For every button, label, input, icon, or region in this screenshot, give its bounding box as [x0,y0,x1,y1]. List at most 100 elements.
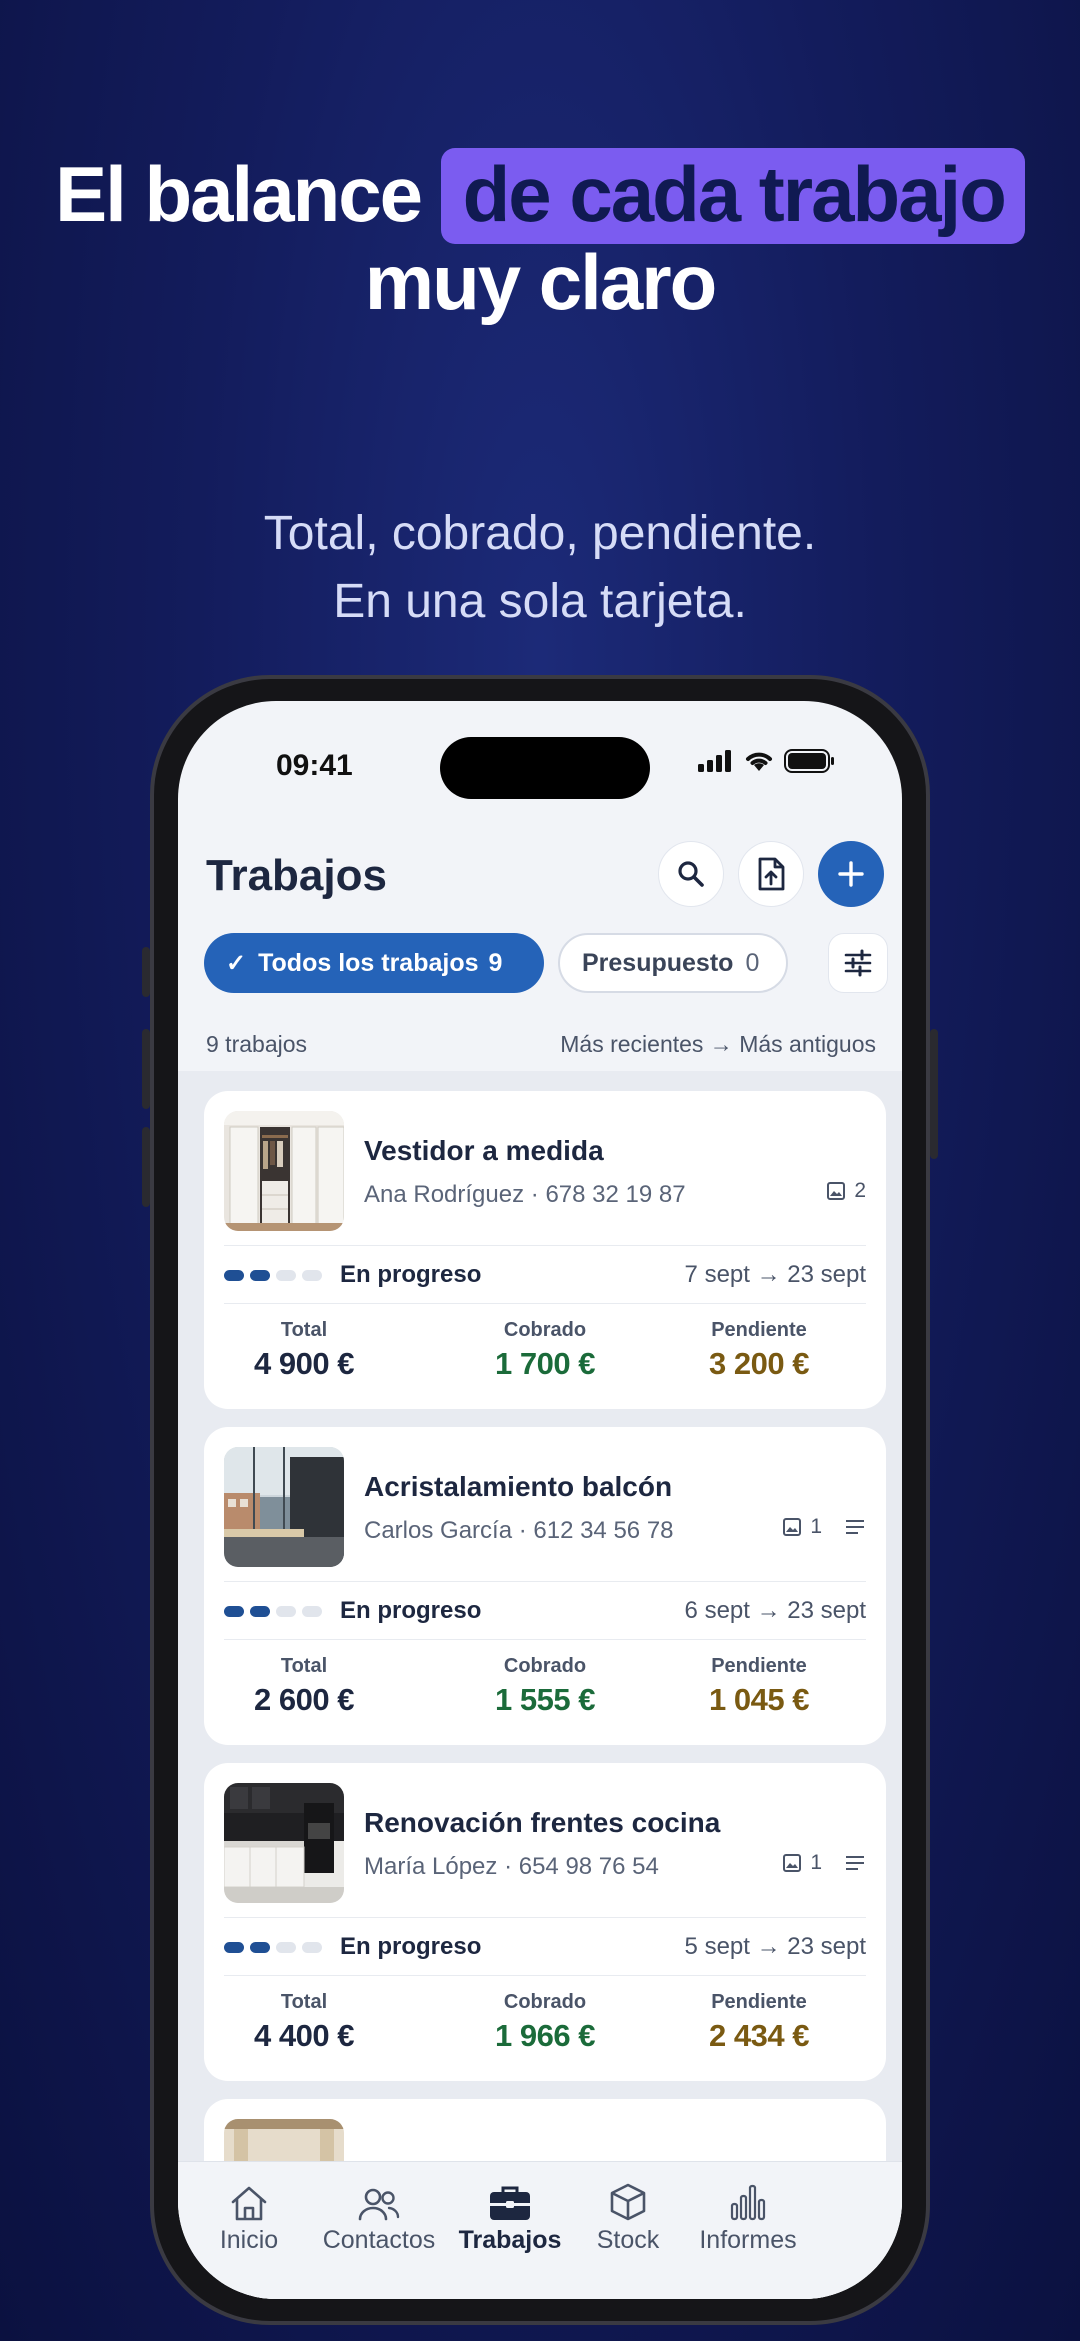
progress-step [224,1605,244,1617]
divider [224,1245,866,1246]
plus-icon [838,861,864,887]
amount-cobrado: Cobrado 1 966 € [445,1991,645,2054]
job-title: Vestidor a medida [364,1135,604,1166]
amount-total-label: Total [280,1991,328,2013]
filter-chip-all-count: 9 [488,948,503,977]
battery-icon [784,749,834,773]
amount-cobrado-value: 1 700 € [495,1346,595,1381]
status-bar: 09:41 [178,701,902,811]
phone-volume-up [142,1029,150,1109]
phone-volume-down [142,1127,150,1207]
amount-total: Total 4 900 € [204,1319,404,1382]
progress-step [250,1605,270,1617]
tab-informes[interactable]: Informes [678,2172,818,2255]
image-icon [783,1854,802,1872]
job-attachments: 1 [782,1515,866,1539]
tab-label: Contactos [322,2226,436,2254]
phone-action-button [142,947,150,997]
job-card[interactable]: Vestidor a medida Ana Rodríguez · 678 32… [204,1091,886,1409]
amount-pendiente: Pendiente 2 434 € [659,1991,859,2054]
photo-count: 2 [854,1179,866,1202]
amount-total: Total 2 600 € [204,1655,404,1718]
amount-pendiente-value: 1 045 € [709,1682,809,1717]
headline-highlight: de cada trabajo [440,148,1025,244]
tab-stock[interactable]: Stock [558,2172,698,2255]
check-icon: ✓ [226,949,247,977]
job-progress: En progreso [224,1261,481,1289]
amount-cobrado-value: 1 555 € [495,1682,595,1717]
contacts-icon [358,2188,400,2221]
phone-frame: 09:41 Trabajos ✓ Todos los trabajos 9 Pr… [142,675,938,2325]
image-icon [783,1518,802,1536]
amount-total-value: 4 900 € [254,1346,354,1381]
job-attachments: 2 [826,1179,866,1203]
search-button[interactable] [658,841,724,907]
photo-count: 1 [810,1851,822,1874]
tab-bar: Inicio Contactos Trabajos Stock Informes [178,2161,902,2299]
notes-icon [846,1856,864,1870]
job-card[interactable]: Renovación frentes cocina María López · … [204,1763,886,2081]
jobs-list: Vestidor a medida Ana Rodríguez · 678 32… [178,1071,902,2299]
progress-step [276,1269,296,1281]
amount-total-value: 4 400 € [254,2018,354,2053]
home-icon [231,2186,267,2221]
amount-cobrado: Cobrado 1 700 € [445,1319,645,1382]
job-title: Acristalamiento balcón [364,1471,673,1502]
job-progress: En progreso [224,1933,481,1961]
subtitle-line2: En una sola tarjeta. [333,575,747,628]
job-card[interactable]: Acristalamiento balcón Carlos García · 6… [204,1427,886,1745]
tab-label: Informes [699,2226,797,2254]
amount-cobrado-label: Cobrado [503,1655,587,1677]
job-progress: En progreso [224,1597,481,1625]
filter-settings-button[interactable] [828,933,888,993]
job-attachments: 1 [782,1851,866,1875]
tab-inicio[interactable]: Inicio [179,2172,319,2255]
job-status: En progreso [340,1933,482,1960]
progress-step [302,1269,322,1281]
signal-icon [698,750,731,772]
wifi-icon [746,752,772,771]
page-title: Trabajos [206,851,387,900]
job-thumbnail-balcony [224,1447,344,1567]
amount-total: Total 4 400 € [204,1991,404,2054]
job-dates: 5 sept → 23 sept [684,1933,866,1960]
job-thumbnail-kitchen [224,1783,344,1903]
amount-pendiente-label: Pendiente [711,1991,807,2013]
divider [224,1581,866,1582]
filter-chip-all[interactable]: ✓ Todos los trabajos 9 [204,933,544,993]
progress-step [276,1605,296,1617]
promo-headline: El balance de cada trabajo muy claro [0,148,1080,326]
job-client-line: María López · 654 98 76 54 [364,1853,659,1880]
divider [224,1975,866,1976]
promo-subtitle: Total, cobrado, pendiente. En una sola t… [0,500,1080,636]
phone-power-button [930,1029,938,1159]
headline-line2: muy claro [364,238,717,326]
sort-order-toggle[interactable]: Más recientes → Más antiguos [560,1031,876,1058]
job-dates: 7 sept → 23 sept [684,1261,866,1288]
bar-chart-icon [730,2184,766,2221]
job-count: 9 trabajos [206,1031,308,1057]
progress-step [276,1941,296,1953]
job-dates: 6 sept → 23 sept [684,1597,866,1624]
progress-step [224,1941,244,1953]
status-icons [698,749,836,773]
notes-icon [846,1520,864,1534]
filter-chip-budget[interactable]: Presupuesto 0 [558,933,788,993]
progress-step [302,1605,322,1617]
tab-contactos[interactable]: Contactos [309,2172,449,2255]
amount-total-label: Total [280,1319,328,1341]
divider [224,1917,866,1918]
job-client-line: Carlos García · 612 34 56 78 [364,1517,674,1544]
export-button[interactable] [738,841,804,907]
amount-total-value: 2 600 € [254,1682,354,1717]
job-client: Carlos García [364,1517,513,1544]
job-status: En progreso [340,1261,482,1288]
image-icon [827,1182,846,1200]
amount-cobrado-label: Cobrado [503,1319,587,1341]
progress-step [250,1941,270,1953]
add-job-button[interactable] [818,841,884,907]
amount-pendiente-label: Pendiente [711,1655,807,1677]
dynamic-island [440,737,650,799]
job-phone: 678 32 19 87 [545,1181,686,1208]
progress-step [224,1269,244,1281]
